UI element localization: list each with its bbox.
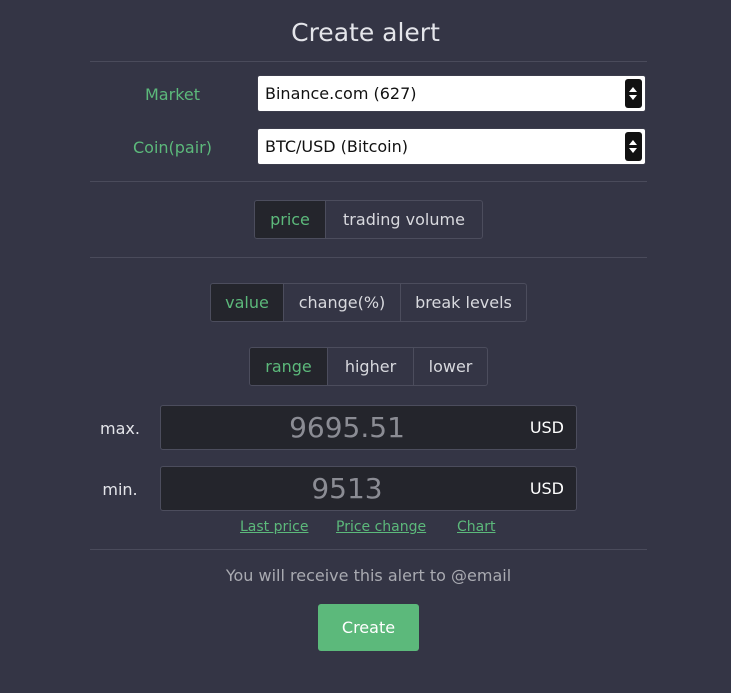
value-option[interactable]: value — [211, 284, 284, 321]
condition-toggle: range higher lower — [249, 347, 488, 386]
last-price-link[interactable]: Last price — [240, 519, 308, 535]
divider — [90, 549, 647, 550]
create-button[interactable]: Create — [318, 604, 419, 651]
chart-link[interactable]: Chart — [457, 519, 495, 535]
max-label: max. — [100, 419, 140, 438]
break-levels-option[interactable]: break levels — [401, 284, 526, 321]
email-notice: You will receive this alert to @email — [225, 566, 512, 585]
market-select-value: Binance.com (627) — [265, 84, 417, 103]
metric-toggle: price trading volume — [254, 200, 483, 239]
page-title: Create alert — [291, 18, 440, 47]
coin-label: Coin(pair) — [132, 138, 212, 157]
divider — [90, 257, 647, 258]
select-arrows-icon — [625, 132, 642, 161]
max-value: 9695.51 — [289, 411, 405, 444]
min-value: 9513 — [311, 472, 383, 505]
market-select[interactable]: Binance.com (627) — [257, 75, 646, 112]
max-unit: USD — [529, 418, 564, 437]
market-label: Market — [145, 85, 200, 104]
change-percent-option[interactable]: change(%) — [284, 284, 401, 321]
max-input[interactable]: 9695.51 USD — [160, 405, 577, 450]
coin-select[interactable]: BTC/USD (Bitcoin) — [257, 128, 646, 165]
higher-option[interactable]: higher — [328, 348, 414, 385]
price-change-link[interactable]: Price change — [336, 519, 426, 535]
divider — [90, 181, 647, 182]
price-option[interactable]: price — [255, 201, 326, 238]
min-unit: USD — [529, 479, 564, 498]
divider — [90, 61, 647, 62]
lower-option[interactable]: lower — [414, 348, 487, 385]
range-option[interactable]: range — [250, 348, 328, 385]
min-input[interactable]: 9513 USD — [160, 466, 577, 511]
select-arrows-icon — [625, 79, 642, 108]
coin-select-value: BTC/USD (Bitcoin) — [265, 137, 408, 156]
min-label: min. — [102, 480, 138, 499]
trading-volume-option[interactable]: trading volume — [326, 201, 482, 238]
alert-type-toggle: value change(%) break levels — [210, 283, 527, 322]
